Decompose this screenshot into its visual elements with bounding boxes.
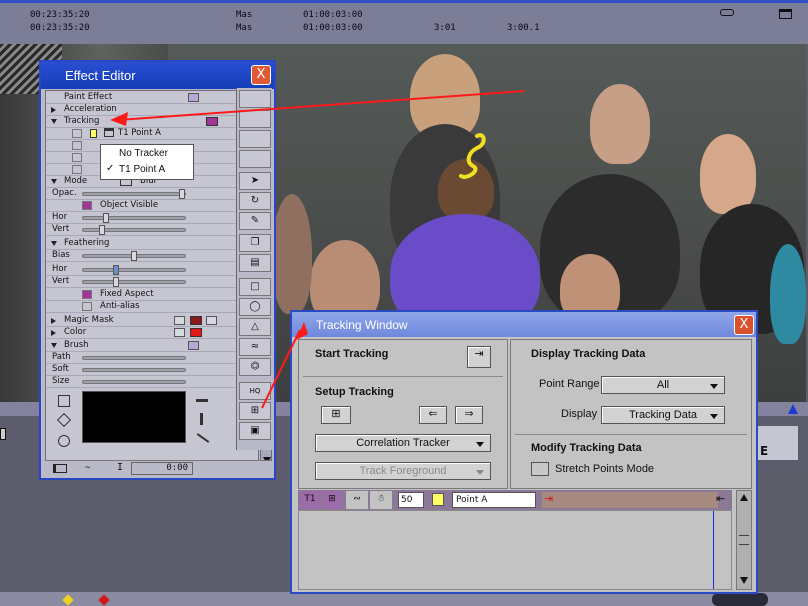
arrow-line xyxy=(117,90,525,121)
arrow-head-icon xyxy=(296,322,308,340)
arrow-head-icon xyxy=(110,112,128,126)
arrow-line xyxy=(261,329,301,409)
annotation-arrows xyxy=(110,90,525,409)
